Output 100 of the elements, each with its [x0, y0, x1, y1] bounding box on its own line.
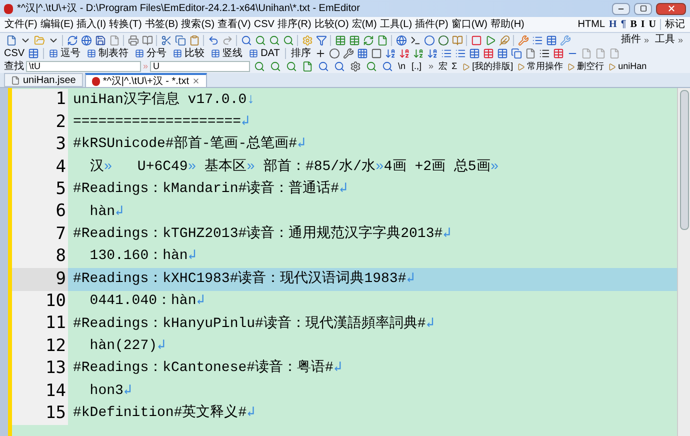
format-button[interactable]: I: [638, 18, 647, 30]
find-field[interactable]: \tU: [26, 61, 141, 72]
square-icon[interactable]: [370, 47, 384, 60]
search-icon[interactable]: [332, 60, 346, 73]
menu-item[interactable]: 比较(O): [312, 18, 350, 30]
macro-button[interactable]: 宏: [438, 61, 448, 72]
circle-icon[interactable]: [422, 34, 436, 46]
search-icon[interactable]: [252, 60, 266, 73]
macro-button[interactable]: [我的排版]: [461, 61, 514, 72]
maximize-button[interactable]: [634, 2, 652, 14]
table-icon[interactable]: [482, 47, 496, 60]
menu-item[interactable]: 宏(M): [350, 18, 378, 30]
menu-item[interactable]: 编辑(E): [38, 18, 76, 30]
scissors-icon[interactable]: [159, 34, 173, 46]
format-button[interactable]: B: [628, 18, 639, 30]
macro-button[interactable]: uniHan: [607, 61, 648, 72]
toolbar-label[interactable]: 工具: [654, 34, 675, 46]
search-icon[interactable]: [364, 60, 378, 73]
search-icon[interactable]: [284, 60, 298, 73]
menu-item[interactable]: 查看(V): [216, 18, 252, 30]
table-icon[interactable]: [333, 34, 347, 46]
table-icon[interactable]: [496, 47, 510, 60]
macro-button[interactable]: 删空行: [566, 61, 606, 72]
settings-icon[interactable]: [348, 60, 362, 73]
search-icon[interactable]: [316, 60, 330, 73]
circle-icon[interactable]: [436, 34, 450, 46]
table-icon[interactable]: [544, 34, 558, 46]
search-icon[interactable]: [253, 34, 267, 46]
whitespace-mark: ↲: [241, 113, 250, 132]
format-button[interactable]: U: [646, 18, 658, 30]
bracket-toggle[interactable]: [.,]: [410, 61, 424, 72]
menu-item[interactable]: 工具(L): [378, 18, 414, 30]
close-button[interactable]: [656, 2, 686, 14]
menu-item[interactable]: 文件(F): [3, 18, 39, 30]
circle-icon[interactable]: [328, 47, 342, 60]
save-icon[interactable]: [93, 34, 107, 46]
toolbar-label[interactable]: 插件: [620, 34, 641, 46]
table-icon[interactable]: [26, 47, 41, 60]
scrollbar[interactable]: [677, 88, 690, 436]
menu-item[interactable]: 窗口(W): [450, 18, 489, 30]
more-chevron[interactable]: »: [426, 61, 437, 72]
menu-item[interactable]: 搜索(S): [180, 18, 216, 30]
line-number: 7: [12, 223, 68, 246]
table-icon[interactable]: [552, 47, 566, 60]
grid-icon[interactable]: [356, 47, 370, 60]
menu-item[interactable]: 标记: [663, 18, 687, 30]
refresh-icon[interactable]: [361, 34, 375, 46]
wrench-icon[interactable]: [342, 47, 356, 60]
refresh-icon[interactable]: [65, 34, 79, 46]
file-tab[interactable]: uniHan.jsee: [4, 73, 83, 87]
minimize-button[interactable]: [612, 2, 630, 14]
search-icon[interactable]: [267, 34, 281, 46]
csv-mode-button[interactable]: 分号: [132, 48, 170, 60]
filter-icon[interactable]: [314, 34, 328, 46]
format-button[interactable]: ¶: [618, 18, 628, 30]
book-icon[interactable]: [140, 34, 154, 46]
menu-item[interactable]: 书签(B): [143, 18, 180, 30]
csv-mode-button[interactable]: 比较: [170, 48, 208, 60]
globe-icon[interactable]: [394, 34, 408, 46]
table-icon[interactable]: [468, 47, 482, 60]
menu-item[interactable]: 排序(R): [276, 18, 313, 30]
csv-mode-button[interactable]: 制表符: [84, 48, 132, 60]
line-number: 9: [12, 268, 68, 291]
print-icon[interactable]: [126, 34, 140, 46]
file-tab[interactable]: *^汉|^.\tU\+汉 - *.txt: [84, 73, 207, 87]
globe-icon[interactable]: [79, 34, 93, 46]
csv-mode-button[interactable]: DAT: [246, 48, 283, 60]
square-icon[interactable]: [469, 34, 483, 46]
search-icon[interactable]: [380, 60, 394, 73]
whitespace-mark: »: [188, 158, 196, 177]
menu-item[interactable]: 插入(I): [75, 18, 108, 30]
search-icon[interactable]: [281, 34, 295, 46]
menu-item[interactable]: 插件(P): [414, 18, 450, 30]
escape-toggle[interactable]: \n: [396, 61, 408, 72]
line-text: hàn: [88, 202, 116, 222]
format-button[interactable]: HTML: [576, 18, 608, 30]
search-icon[interactable]: [268, 60, 282, 73]
line-text: #Readings：kMandarin#读音：普通话#: [73, 179, 340, 200]
book-icon[interactable]: [450, 34, 464, 46]
more-chevron[interactable]: »: [644, 34, 649, 46]
line-text: U+6C49: [136, 158, 188, 177]
menu-item[interactable]: CSV: [252, 18, 276, 30]
macro-button[interactable]: 常用操作: [516, 61, 564, 72]
csv-mode-button[interactable]: 逗号: [46, 48, 84, 60]
copy-icon[interactable]: [173, 34, 187, 46]
more-chevron[interactable]: »: [678, 34, 683, 46]
copy-icon[interactable]: [510, 47, 524, 60]
replace-field[interactable]: U: [150, 61, 250, 72]
format-button[interactable]: H: [607, 18, 619, 30]
feather-icon[interactable]: [497, 34, 511, 46]
scrollbar-thumb[interactable]: [680, 90, 688, 230]
menu-item[interactable]: 转换(T): [108, 18, 144, 30]
menu-item[interactable]: 帮助(H): [488, 18, 526, 30]
close-icon[interactable]: [192, 77, 200, 85]
table-icon[interactable]: [347, 34, 361, 46]
wrench-icon[interactable]: [516, 34, 530, 46]
search-icon[interactable]: [239, 34, 253, 46]
table-icon: [134, 49, 144, 58]
csv-mode-button[interactable]: 竖线: [208, 48, 246, 60]
sum-button[interactable]: Σ: [450, 61, 460, 72]
